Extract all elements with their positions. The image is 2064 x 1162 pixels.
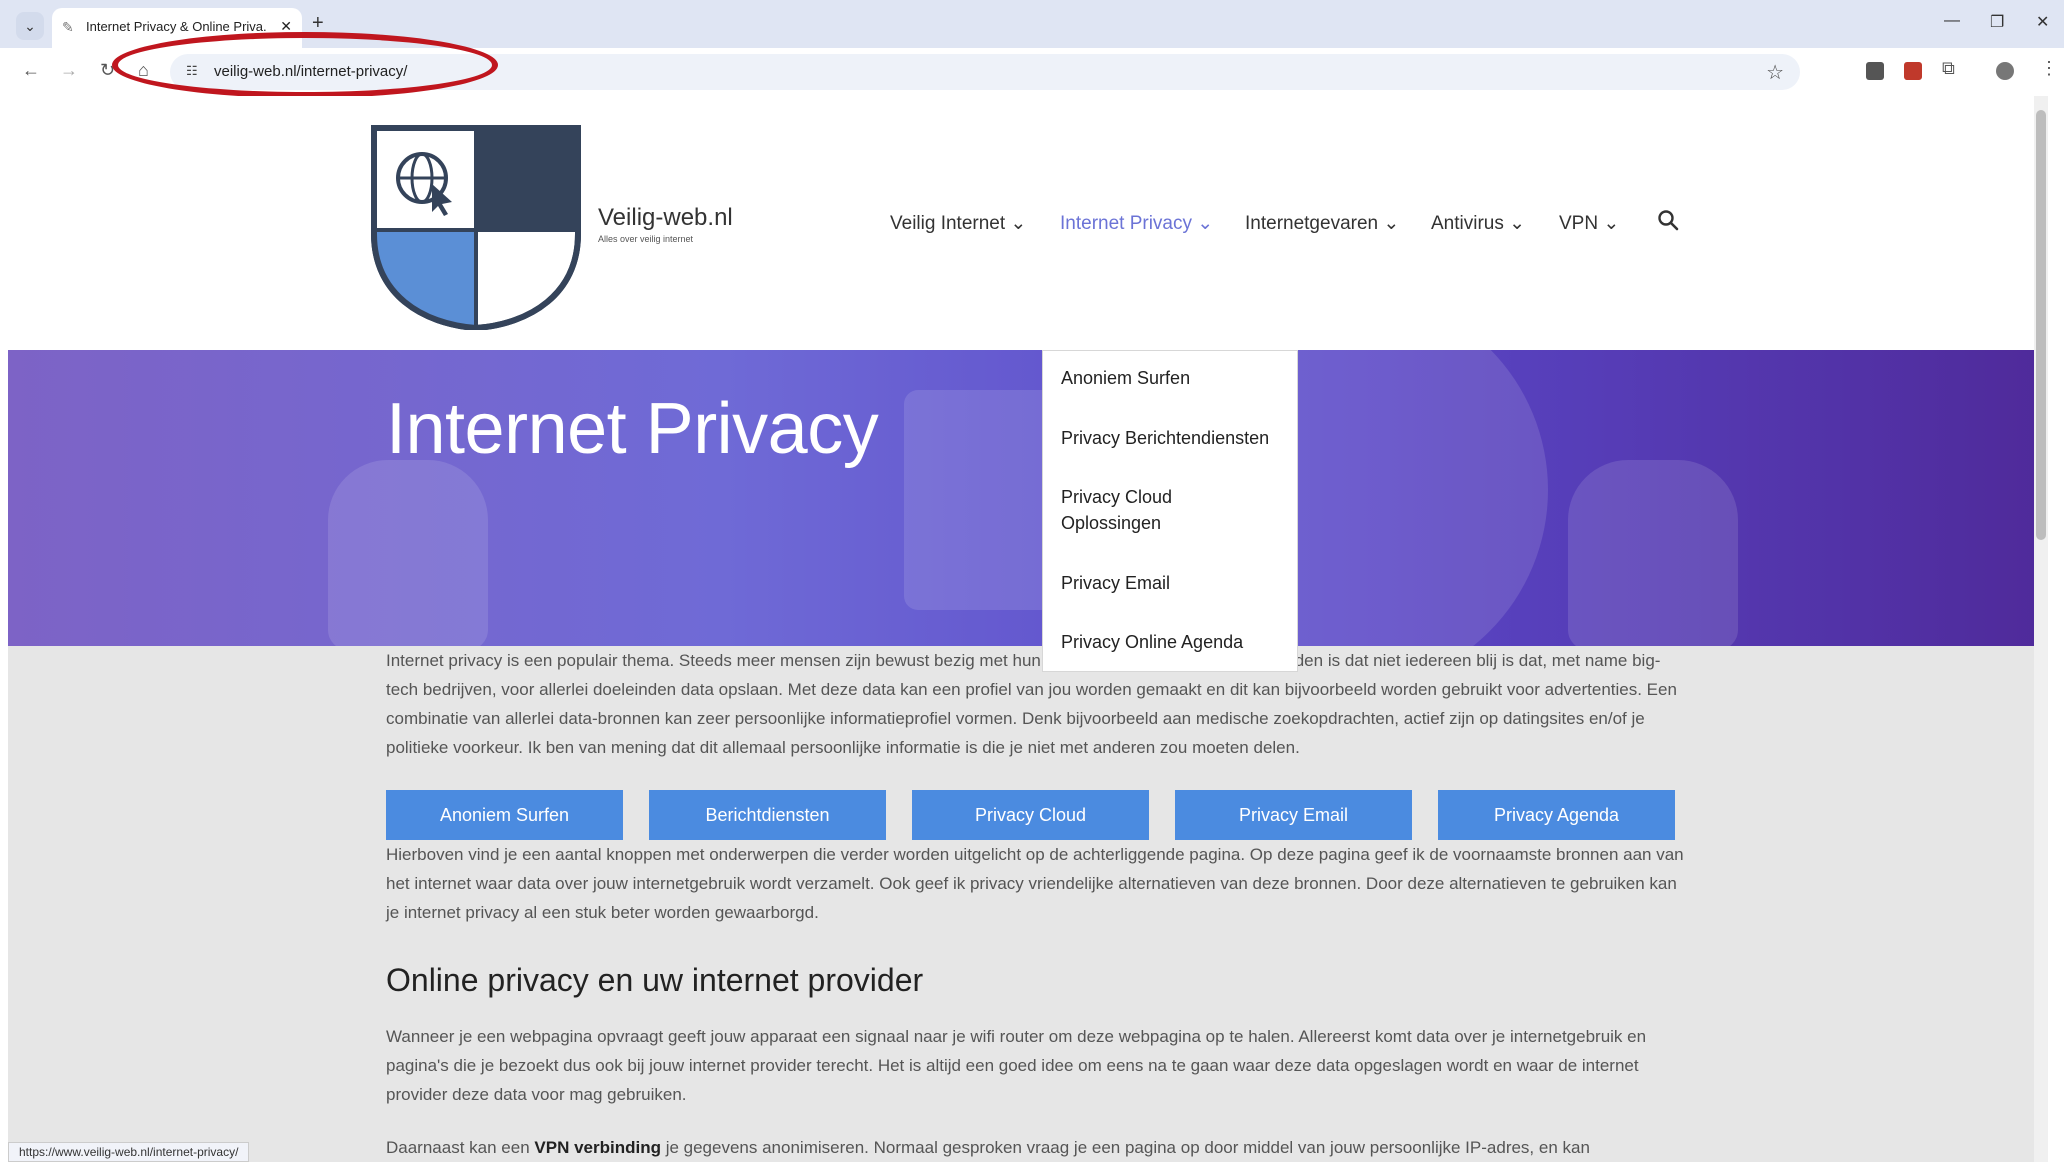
close-window-icon[interactable]: ✕	[2036, 12, 2049, 32]
extensions-puzzle-icon[interactable]: ⧉	[1942, 58, 1955, 79]
dropdown-privacy-berichtendiensten[interactable]: Privacy Berichtendiensten	[1061, 425, 1281, 451]
berichtdiensten-button[interactable]: Berichtdiensten	[649, 790, 886, 840]
brand-name[interactable]: Veilig-web.nl	[598, 204, 733, 232]
status-url: https://www.veilig-web.nl/internet-priva…	[8, 1142, 250, 1162]
tab-search-icon[interactable]: ⌄	[16, 12, 44, 40]
search-icon[interactable]	[1656, 208, 1680, 232]
dropdown-privacy-cloud[interactable]: Privacy Cloud Oplossingen	[1061, 484, 1251, 536]
privacy-email-button[interactable]: Privacy Email	[1175, 790, 1412, 840]
section-heading: Online privacy en uw internet provider	[386, 962, 924, 998]
back-icon[interactable]: ←	[22, 60, 40, 81]
privacy-cloud-button[interactable]: Privacy Cloud	[912, 790, 1149, 840]
forward-icon[interactable]: →	[60, 60, 78, 81]
dropdown-privacy-email[interactable]: Privacy Email	[1061, 570, 1281, 596]
web-page: Veilig-web.nl Alles over veilig internet…	[8, 96, 2048, 1162]
hero-title: Internet Privacy	[386, 389, 879, 469]
nav-internet-privacy[interactable]: Internet Privacy ⌄	[1060, 212, 1213, 235]
vpn-paragraph: Daarnaast kan een VPN verbinding je gege…	[386, 1133, 1686, 1162]
anoniem-surfen-button[interactable]: Anoniem Surfen	[386, 790, 623, 840]
nav-vpn[interactable]: VPN ⌄	[1559, 212, 1619, 235]
brand-tagline: Alles over veilig internet	[598, 234, 694, 244]
dropdown-anoniem-surfen[interactable]: Anoniem Surfen	[1061, 365, 1281, 391]
vpn-text-post: je gegevens anonimiseren. Normaal gespro…	[660, 1138, 1590, 1157]
vpn-link[interactable]: VPN verbinding	[534, 1138, 661, 1157]
hero-hand-left	[328, 460, 488, 646]
nav-antivirus[interactable]: Antivirus ⌄	[1431, 212, 1525, 235]
hero-banner: Internet Privacy	[8, 350, 2048, 646]
annotation-ellipse	[112, 32, 498, 98]
site-logo[interactable]	[370, 124, 582, 330]
menu-icon[interactable]: ⋮	[2040, 58, 2058, 79]
buttons-paragraph: Hierboven vind je een aantal knoppen met…	[386, 845, 1684, 922]
vpn-text-pre: Daarnaast kan een	[386, 1138, 535, 1157]
extension-icon[interactable]	[1866, 62, 1884, 80]
profile-avatar[interactable]	[1996, 62, 2014, 80]
minimize-icon[interactable]: —	[1944, 12, 1960, 30]
favicon-icon: ✎	[62, 19, 74, 35]
topic-buttons: Anoniem Surfen Berichtdiensten Privacy C…	[386, 790, 1686, 840]
bookmark-star-icon[interactable]: ☆	[1766, 60, 1784, 85]
restore-icon[interactable]: ❐	[1990, 12, 2004, 32]
nav-veilig-internet[interactable]: Veilig Internet ⌄	[890, 212, 1026, 235]
provider-paragraph: Wanneer je een webpagina opvraagt geeft …	[386, 1027, 1647, 1104]
nav-internetgevaren[interactable]: Internetgevaren ⌄	[1245, 212, 1399, 235]
scrollbar[interactable]	[2034, 96, 2048, 1162]
hero-hand-right	[1568, 460, 1738, 646]
privacy-dropdown-menu: Anoniem Surfen Privacy Berichtendiensten…	[1042, 350, 1298, 672]
extension-shield-icon[interactable]	[1904, 62, 1922, 80]
scrollbar-thumb[interactable]	[2036, 110, 2046, 540]
intro-paragraph: Internet privacy is een populair thema. …	[386, 651, 1677, 757]
site-header: Veilig-web.nl Alles over veilig internet…	[8, 96, 2048, 350]
tab-title: Internet Privacy & Online Priva...	[86, 19, 266, 34]
privacy-agenda-button[interactable]: Privacy Agenda	[1438, 790, 1675, 840]
dropdown-privacy-agenda[interactable]: Privacy Online Agenda	[1061, 629, 1281, 655]
